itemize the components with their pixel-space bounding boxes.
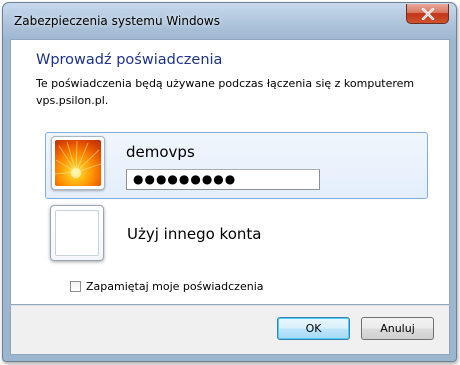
title-bar[interactable]: Zabezpieczenia systemu Windows <box>3 3 456 39</box>
remember-label: Zapamiętaj moje poświadczenia <box>86 279 264 293</box>
account-tile-other[interactable]: Użyj innego konta <box>45 205 428 267</box>
window-title: Zabezpieczenia systemu Windows <box>14 14 220 28</box>
dialog-body: Wprowadź poświadczenia Te poświadczenia … <box>10 39 450 305</box>
account-tile-selected[interactable]: demovps ●●●●●●●●● <box>45 132 428 199</box>
blank-user-picture-inner <box>55 210 99 256</box>
close-icon <box>421 7 435 20</box>
user-picture-icon <box>55 140 101 186</box>
blank-user-picture-icon <box>50 205 104 261</box>
password-field[interactable]: ●●●●●●●●● <box>126 169 320 190</box>
dialog-description: Te poświadczenia będą używane podczas łą… <box>36 77 415 107</box>
cancel-button[interactable]: Anuluj <box>361 317 434 340</box>
remember-checkbox[interactable] <box>70 280 81 292</box>
button-bar: OK Anuluj <box>10 305 450 355</box>
dialog-heading: Wprowadź poświadczenia <box>36 52 223 68</box>
close-button[interactable] <box>406 4 449 24</box>
account-username: demovps <box>126 143 195 161</box>
remember-credentials[interactable]: Zapamiętaj moje poświadczenia <box>70 278 264 294</box>
credential-dialog: Zabezpieczenia systemu Windows Wprowadź … <box>2 2 457 362</box>
use-other-account-label: Użyj innego konta <box>127 225 262 243</box>
user-picture-frame <box>51 136 105 190</box>
ok-button[interactable]: OK <box>277 317 350 340</box>
